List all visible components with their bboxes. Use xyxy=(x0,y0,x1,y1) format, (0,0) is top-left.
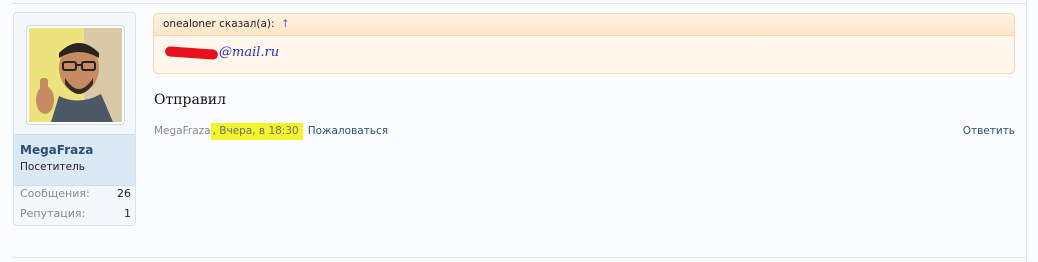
avatar[interactable] xyxy=(29,28,122,122)
post-message: Отправил xyxy=(154,92,226,108)
username-link[interactable]: MegaFraza xyxy=(20,143,93,157)
stat-reputation: Репутация: 1 xyxy=(20,207,131,220)
post-date-separator: , xyxy=(212,125,216,137)
bottom-divider xyxy=(12,257,1026,258)
top-divider xyxy=(12,3,1026,4)
stat-messages: Сообщения: 26 xyxy=(20,187,131,200)
quote-block: onealoner сказал(а): ↑ @mail.ru xyxy=(153,13,1015,74)
user-card: MegaFraza Посетитель Сообщения: 26 Репут… xyxy=(13,12,136,226)
stat-messages-label: Сообщения: xyxy=(20,187,90,200)
avatar-image xyxy=(29,28,122,122)
stat-messages-value: 26 xyxy=(117,187,131,200)
post-date[interactable]: Вчера, в 18:30 xyxy=(219,125,298,137)
reply-link[interactable]: Ответить xyxy=(963,125,1015,137)
stat-reputation-label: Репутация: xyxy=(20,207,86,220)
post-meta: MegaFraza, Вчера, в 18:30 Пожаловаться xyxy=(154,123,388,140)
right-divider xyxy=(1026,0,1027,262)
stat-reputation-value: 1 xyxy=(124,207,131,220)
avatar-frame[interactable] xyxy=(26,25,125,125)
quote-email-domain[interactable]: @mail.ru xyxy=(219,45,279,60)
redaction-mark xyxy=(164,45,219,60)
post-author-link[interactable]: MegaFraza xyxy=(154,125,211,137)
quote-author-text: onealoner сказал(а): xyxy=(163,18,275,30)
post-date-highlighted[interactable]: , Вчера, в 18:30 xyxy=(210,123,303,140)
quote-header: onealoner сказал(а): ↑ xyxy=(154,14,1014,36)
report-link[interactable]: Пожаловаться xyxy=(308,125,388,137)
user-title: Посетитель xyxy=(20,161,85,173)
quote-jump-arrow-icon[interactable]: ↑ xyxy=(281,18,290,30)
user-name-box: MegaFraza Посетитель xyxy=(14,134,135,186)
quote-body: @mail.ru xyxy=(164,45,279,60)
